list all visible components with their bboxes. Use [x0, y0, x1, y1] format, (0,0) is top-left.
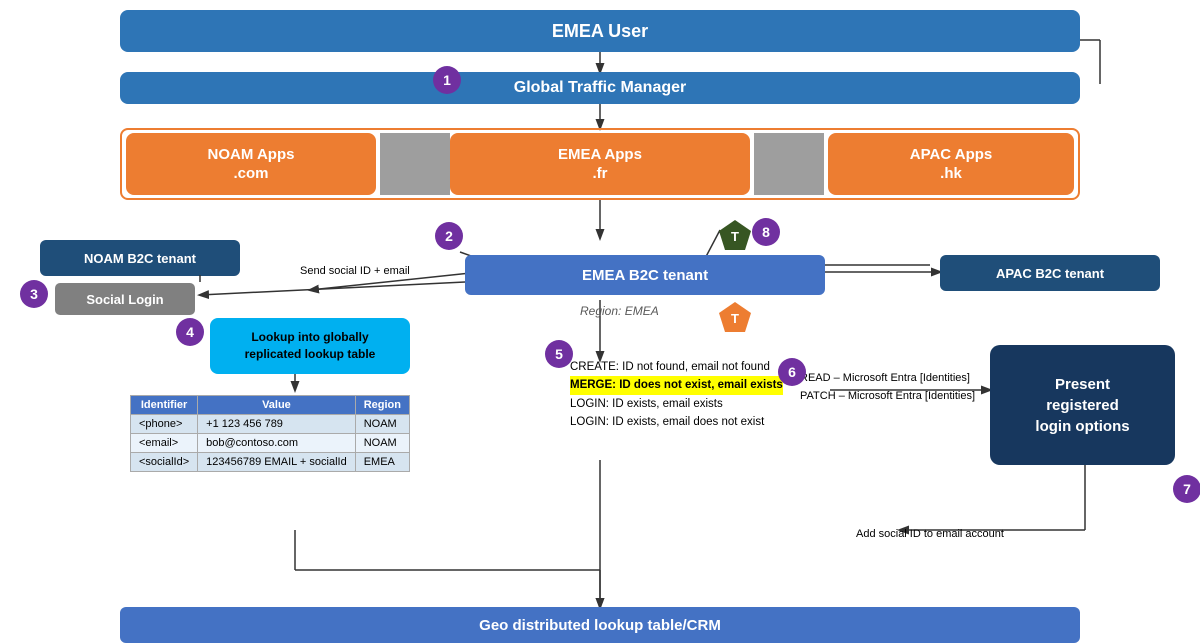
gtm-box: Global Traffic Manager: [120, 72, 1080, 104]
svg-text:T: T: [731, 311, 739, 326]
apac-b2c-box: APAC B2C tenant: [940, 255, 1160, 291]
apac-apps-box: APAC Apps.hk: [828, 133, 1074, 195]
cell-reg-2: NOAM: [355, 434, 409, 453]
cell-id-1: <phone>: [131, 415, 198, 434]
noam-b2c-box: NOAM B2C tenant: [40, 240, 240, 276]
noam-apps-box: NOAM Apps.com: [126, 133, 376, 195]
social-login-box: Social Login: [55, 283, 195, 315]
diagram: EMEA User Global Traffic Manager 1 NOAM …: [0, 0, 1200, 643]
login1-label: LOGIN: ID exists, email exists: [570, 395, 783, 413]
cell-val-3: 123456789 EMAIL + socialId: [198, 453, 356, 472]
step-3-circle: 3: [20, 280, 48, 308]
gray-separator-left: [380, 133, 450, 195]
step-4-circle: 4: [176, 318, 204, 346]
step-6-circle: 6: [778, 358, 806, 386]
pentagon-t-orange: T: [717, 300, 753, 341]
emea-apps-box: EMEA Apps.fr: [450, 133, 750, 195]
cell-id-3: <socialId>: [131, 453, 198, 472]
emea-b2c-box: EMEA B2C tenant: [465, 255, 825, 295]
step6-text: READ – Microsoft Entra [Identities] PATC…: [800, 370, 975, 405]
login2-label: LOGIN: ID exists, email does not exist: [570, 413, 783, 431]
gray-separator-right: [754, 133, 824, 195]
step-2-circle: 2: [435, 222, 463, 250]
pentagon-t-green: T: [717, 218, 753, 259]
cell-id-2: <email>: [131, 434, 198, 453]
send-social-label: Send social ID + email: [300, 265, 410, 277]
lookup-box: Lookup into globallyreplicated lookup ta…: [210, 318, 410, 374]
col-region: Region: [355, 396, 409, 415]
geo-crm-box: Geo distributed lookup table/CRM: [120, 607, 1080, 643]
present-login-box: Presentregisteredlogin options: [990, 345, 1175, 465]
col-identifier: Identifier: [131, 396, 198, 415]
svg-text:T: T: [731, 229, 739, 244]
col-value: Value: [198, 396, 356, 415]
cell-reg-3: EMEA: [355, 453, 409, 472]
step5-text-block: CREATE: ID not found, email not found ME…: [570, 358, 783, 432]
lookup-table: Identifier Value Region <phone> +1 123 4…: [130, 395, 410, 472]
cell-val-2: bob@contoso.com: [198, 434, 356, 453]
table-row: <email> bob@contoso.com NOAM: [131, 434, 410, 453]
cell-reg-1: NOAM: [355, 415, 409, 434]
add-social-label: Add social ID to email account: [856, 528, 1004, 540]
merge-label: MERGE: ID does not exist, email exists: [570, 376, 783, 394]
create-label: CREATE: ID not found, email not found: [570, 358, 783, 376]
step-5-circle: 5: [545, 340, 573, 368]
read-label: READ – Microsoft Entra [Identities]: [800, 370, 975, 388]
patch-label: PATCH – Microsoft Entra [Identities]: [800, 388, 975, 406]
step-1-circle: 1: [433, 66, 461, 94]
cell-val-1: +1 123 456 789: [198, 415, 356, 434]
table-row: <phone> +1 123 456 789 NOAM: [131, 415, 410, 434]
table-row: <socialId> 123456789 EMAIL + socialId EM…: [131, 453, 410, 472]
step-8-circle: 8: [752, 218, 780, 246]
step-7-circle: 7: [1173, 475, 1200, 503]
region-emea-label: Region: EMEA: [580, 304, 659, 318]
emea-user-box: EMEA User: [120, 10, 1080, 52]
